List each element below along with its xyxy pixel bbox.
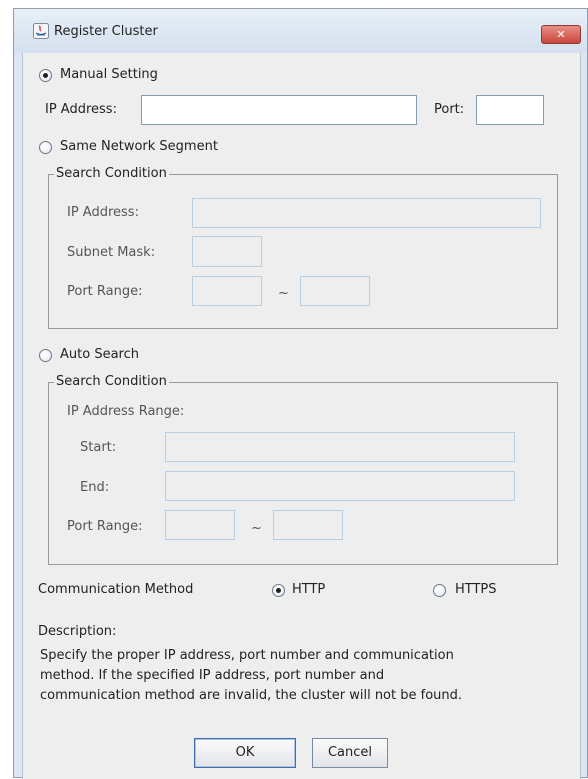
communication-method-label: Communication Method xyxy=(38,582,194,597)
manual-port-label: Port: xyxy=(434,102,465,117)
auto-search-start-input[interactable] xyxy=(165,432,515,462)
same-segment-ip-label: IP Address: xyxy=(67,205,139,220)
ok-button[interactable]: OK xyxy=(194,738,296,768)
auto-search-start-label: Start: xyxy=(80,440,117,455)
https-radio[interactable] xyxy=(433,584,446,597)
auto-search-tilde: ~ xyxy=(251,521,262,536)
same-network-segment-label: Same Network Segment xyxy=(60,139,218,154)
same-segment-ip-input[interactable] xyxy=(192,198,541,228)
same-segment-group-title: Search Condition xyxy=(54,166,169,182)
same-network-segment-radio[interactable] xyxy=(39,141,52,154)
auto-search-port-from-input[interactable] xyxy=(165,510,235,540)
http-radio[interactable] xyxy=(272,584,285,597)
radio-selected-dot xyxy=(43,73,48,78)
window-title: Register Cluster xyxy=(54,24,158,39)
https-label: HTTPS xyxy=(455,582,497,597)
description-line: method. If the specified IP address, por… xyxy=(40,668,385,683)
auto-search-ip-range-label: IP Address Range: xyxy=(67,404,185,419)
java-app-icon xyxy=(33,23,49,39)
http-label: HTTP xyxy=(292,582,326,597)
auto-search-port-range-label: Port Range: xyxy=(67,519,143,534)
close-icon: ✕ xyxy=(556,28,566,41)
manual-ip-input[interactable] xyxy=(141,95,417,125)
description-text: Specify the proper IP address, port numb… xyxy=(40,646,540,706)
same-segment-port-to-input[interactable] xyxy=(300,276,370,306)
auto-search-port-to-input[interactable] xyxy=(273,510,343,540)
cancel-button[interactable]: Cancel xyxy=(312,738,388,768)
auto-search-end-label: End: xyxy=(80,480,110,495)
manual-setting-label: Manual Setting xyxy=(60,67,158,82)
description-line: communication method are invalid, the cl… xyxy=(40,688,463,703)
title-bar[interactable]: Register Cluster ✕ xyxy=(14,9,587,53)
description-line: Specify the proper IP address, port numb… xyxy=(40,648,454,663)
same-segment-port-from-input[interactable] xyxy=(192,276,262,306)
same-segment-subnet-label: Subnet Mask: xyxy=(67,245,156,260)
description-label: Description: xyxy=(38,624,117,639)
same-segment-tilde: ~ xyxy=(278,286,289,301)
same-segment-port-range-label: Port Range: xyxy=(67,284,143,299)
same-segment-subnet-input[interactable] xyxy=(192,236,262,267)
manual-ip-label: IP Address: xyxy=(45,102,117,117)
manual-setting-radio[interactable] xyxy=(39,69,52,82)
auto-search-label: Auto Search xyxy=(60,347,139,362)
manual-port-input[interactable] xyxy=(476,95,544,125)
auto-search-end-input[interactable] xyxy=(165,471,515,501)
close-button[interactable]: ✕ xyxy=(541,25,581,44)
auto-search-radio[interactable] xyxy=(39,349,52,362)
radio-selected-dot xyxy=(276,588,281,593)
auto-search-group-title: Search Condition xyxy=(54,374,169,390)
